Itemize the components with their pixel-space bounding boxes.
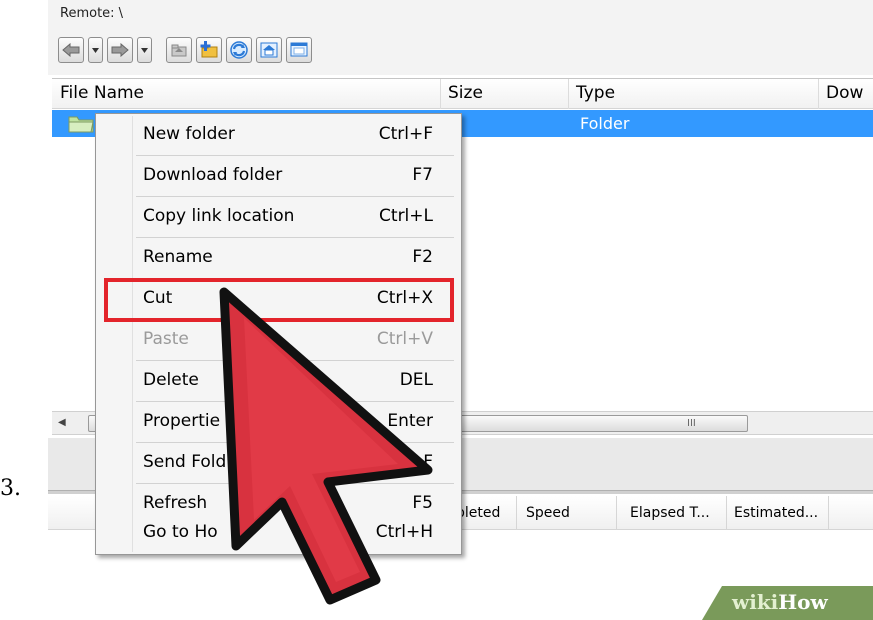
window-icon: [290, 42, 308, 57]
menu-item-new-folder[interactable]: New folder Ctrl+F: [96, 116, 461, 154]
scroll-left-icon[interactable]: ◀: [58, 417, 72, 431]
step-number: 3.: [0, 476, 21, 501]
dropdown-arrow-icon: [92, 47, 99, 53]
brand-part-1: wiki: [732, 590, 779, 614]
menu-item-paste: Paste Ctrl+V: [143, 329, 433, 349]
column-speed[interactable]: Speed: [526, 505, 570, 521]
menu-item-go-to-home-folder[interactable]: Go to Ho older Ctrl+H: [96, 514, 461, 552]
back-arrow-icon: [62, 43, 80, 57]
forward-arrow-icon: [111, 43, 129, 57]
forward-dropdown-button[interactable]: [137, 37, 152, 63]
column-file-name[interactable]: File Name: [60, 83, 144, 103]
scrollbar-grip: III: [687, 418, 696, 429]
cut-highlight-box: [104, 278, 454, 322]
home-button[interactable]: [256, 37, 282, 63]
column-elapsed-time[interactable]: Elapsed T...: [630, 505, 710, 521]
menu-item-delete[interactable]: Delete DEL: [96, 362, 461, 400]
new-folder-icon: [200, 41, 218, 58]
new-folder-button[interactable]: [196, 37, 222, 63]
column-estimated[interactable]: Estimated...: [734, 505, 818, 521]
dropdown-arrow-icon: [141, 47, 148, 53]
menu-item-download-folder[interactable]: Download folder F7: [96, 157, 461, 195]
remote-path-label: Remote: \: [60, 6, 124, 21]
column-download[interactable]: Dow: [826, 83, 863, 103]
back-dropdown-button[interactable]: [88, 37, 103, 63]
wikihow-watermark: wikiHow: [702, 586, 873, 620]
column-completed[interactable]: pleted: [456, 505, 500, 521]
home-icon: [260, 42, 278, 58]
brand-part-2: How: [778, 590, 828, 614]
folder-up-icon: [171, 44, 187, 57]
row-type-cell: Folder: [580, 114, 630, 133]
refresh-button[interactable]: [226, 37, 252, 63]
context-menu: New folder Ctrl+F Download folder F7 Cop…: [95, 113, 462, 555]
menu-item-rename[interactable]: Rename F2: [96, 239, 461, 277]
column-type[interactable]: Type: [576, 83, 615, 103]
file-list-header: File Name Size Type Dow: [52, 79, 873, 109]
remote-panel-header: Remote: \: [48, 0, 873, 75]
refresh-icon: [230, 41, 248, 59]
column-size[interactable]: Size: [448, 83, 483, 103]
forward-button[interactable]: [107, 37, 133, 63]
parent-folder-button[interactable]: [166, 37, 192, 63]
menu-item-send-folder[interactable]: Send Fold F: [96, 444, 461, 482]
back-button[interactable]: [58, 37, 84, 63]
menu-item-copy-link-location[interactable]: Copy link location Ctrl+L: [96, 198, 461, 236]
folder-icon: [68, 116, 94, 133]
window-button[interactable]: [286, 37, 312, 63]
menu-item-properties[interactable]: Propertie Enter: [96, 403, 461, 441]
remote-toolbar: [58, 34, 312, 66]
